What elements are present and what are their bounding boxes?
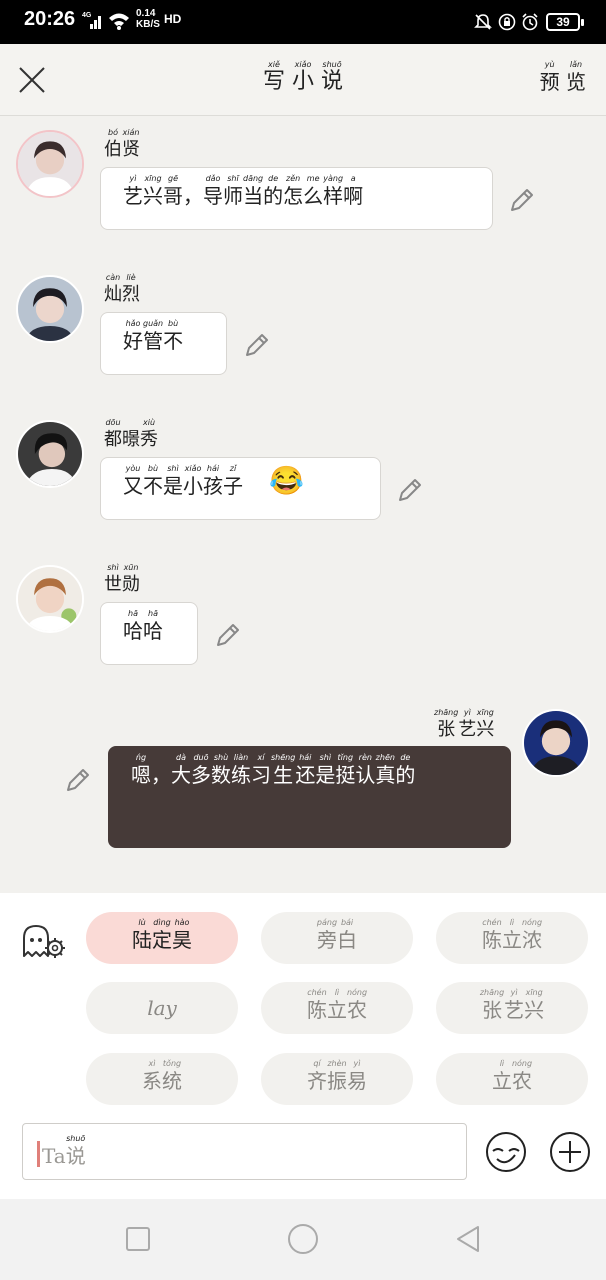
header-bar: xiě 写 xiǎo 小 shuō 说 yù 预 lǎn 览 [0, 44, 606, 116]
title-char: xiě 写 [262, 60, 285, 94]
message-bubble[interactable]: yòu 又 bù 不 shì 是 xiǎo 小 hái 孩 zǐ 子 😂 [100, 457, 381, 520]
character-chip[interactable]: zhāng 张 yì 艺 xīng 兴 [436, 982, 588, 1034]
message-input[interactable]: Ta shuō 说 [22, 1123, 467, 1180]
mute-icon [474, 14, 492, 30]
avatar[interactable] [522, 709, 590, 777]
network-type: 4G [82, 12, 92, 19]
character-chip[interactable]: lù 陆 dìng 定 hào 昊 [86, 912, 238, 964]
laughing-emoji-icon: 😂 [269, 464, 304, 497]
message-bubble[interactable]: yì 艺 xīng 兴 gē 哥， dǎo 导 shī 师 dāng 当 de 的 zěn 怎 me 么 yàng 样… [100, 167, 493, 230]
sender-name: shì 世 xūn 勋 [104, 563, 140, 595]
status-time: 20:26 [24, 8, 76, 30]
character-chip[interactable]: lì 立 nóng 农 [436, 1053, 588, 1105]
avatar[interactable] [16, 275, 84, 343]
network-speed: 0.14 KB/S [136, 8, 160, 30]
wifi-icon [109, 13, 129, 30]
page-title: xiě 写 xiǎo 小 shuō 说 [0, 60, 606, 94]
status-bar: 20:26 4G 0.14 KB/S HD 39 [0, 0, 606, 44]
edit-icon[interactable] [243, 331, 271, 359]
back-icon[interactable] [450, 1221, 486, 1257]
sender-name: càn 灿 liè 烈 [104, 273, 140, 305]
network-speed-unit: KB/S [136, 19, 160, 30]
avatar[interactable] [16, 565, 84, 633]
message-bubble[interactable]: hā 哈 hā 哈 [100, 602, 198, 665]
title-char: xiǎo 小 [291, 60, 314, 94]
preview-button[interactable]: yù 预 lǎn 览 [540, 60, 586, 94]
add-icon[interactable] [549, 1131, 591, 1173]
edit-icon[interactable] [64, 766, 92, 794]
lock-rotation-icon [498, 13, 516, 31]
recent-apps-icon[interactable] [120, 1221, 156, 1257]
avatar[interactable] [16, 420, 84, 488]
sender-name: zhāng 张 yì 艺 xīng 兴 [434, 708, 495, 740]
character-settings-icon[interactable] [20, 922, 66, 962]
character-chip[interactable]: qí 齐 zhèn 振 yì 易 [261, 1053, 413, 1105]
edit-icon[interactable] [508, 186, 536, 214]
avatar[interactable] [16, 130, 84, 198]
cellular-signal-icon: 4G [82, 12, 101, 29]
title-char: shuō 说 [321, 60, 344, 94]
character-chip[interactable]: chén 陈 lì 立 nóng 农 [261, 982, 413, 1034]
edit-icon[interactable] [396, 476, 424, 504]
message-bubble[interactable]: hǎo 好 guǎn 管 bù 不 [100, 312, 227, 375]
sender-name: dōu 都暻 xiù 秀 [104, 418, 158, 450]
text-cursor [37, 1141, 40, 1167]
home-icon[interactable] [285, 1221, 321, 1257]
alarm-icon [522, 13, 538, 31]
emoji-button-icon[interactable] [485, 1131, 527, 1173]
sender-name: bó 伯 xián 贤 [104, 128, 140, 160]
character-chip[interactable]: lay [86, 982, 238, 1034]
character-chip[interactable]: chén 陈 lì 立 nóng 浓 [436, 912, 588, 964]
edit-icon[interactable] [214, 621, 242, 649]
battery-indicator: 39 [546, 13, 584, 31]
system-nav-bar [0, 1199, 606, 1280]
character-chip[interactable]: xì 系 tǒng 统 [86, 1053, 238, 1105]
message-bubble[interactable]: ńg 嗯， dà 大 duō 多 shù 数 liàn 练 xí 习 shēng 生 hái 还 shì 是 tǐn… [108, 746, 511, 848]
hd-indicator: HD [164, 12, 182, 26]
character-chip[interactable]: páng 旁 bái 白 [261, 912, 413, 964]
network-speed-value: 0.14 [136, 8, 156, 19]
